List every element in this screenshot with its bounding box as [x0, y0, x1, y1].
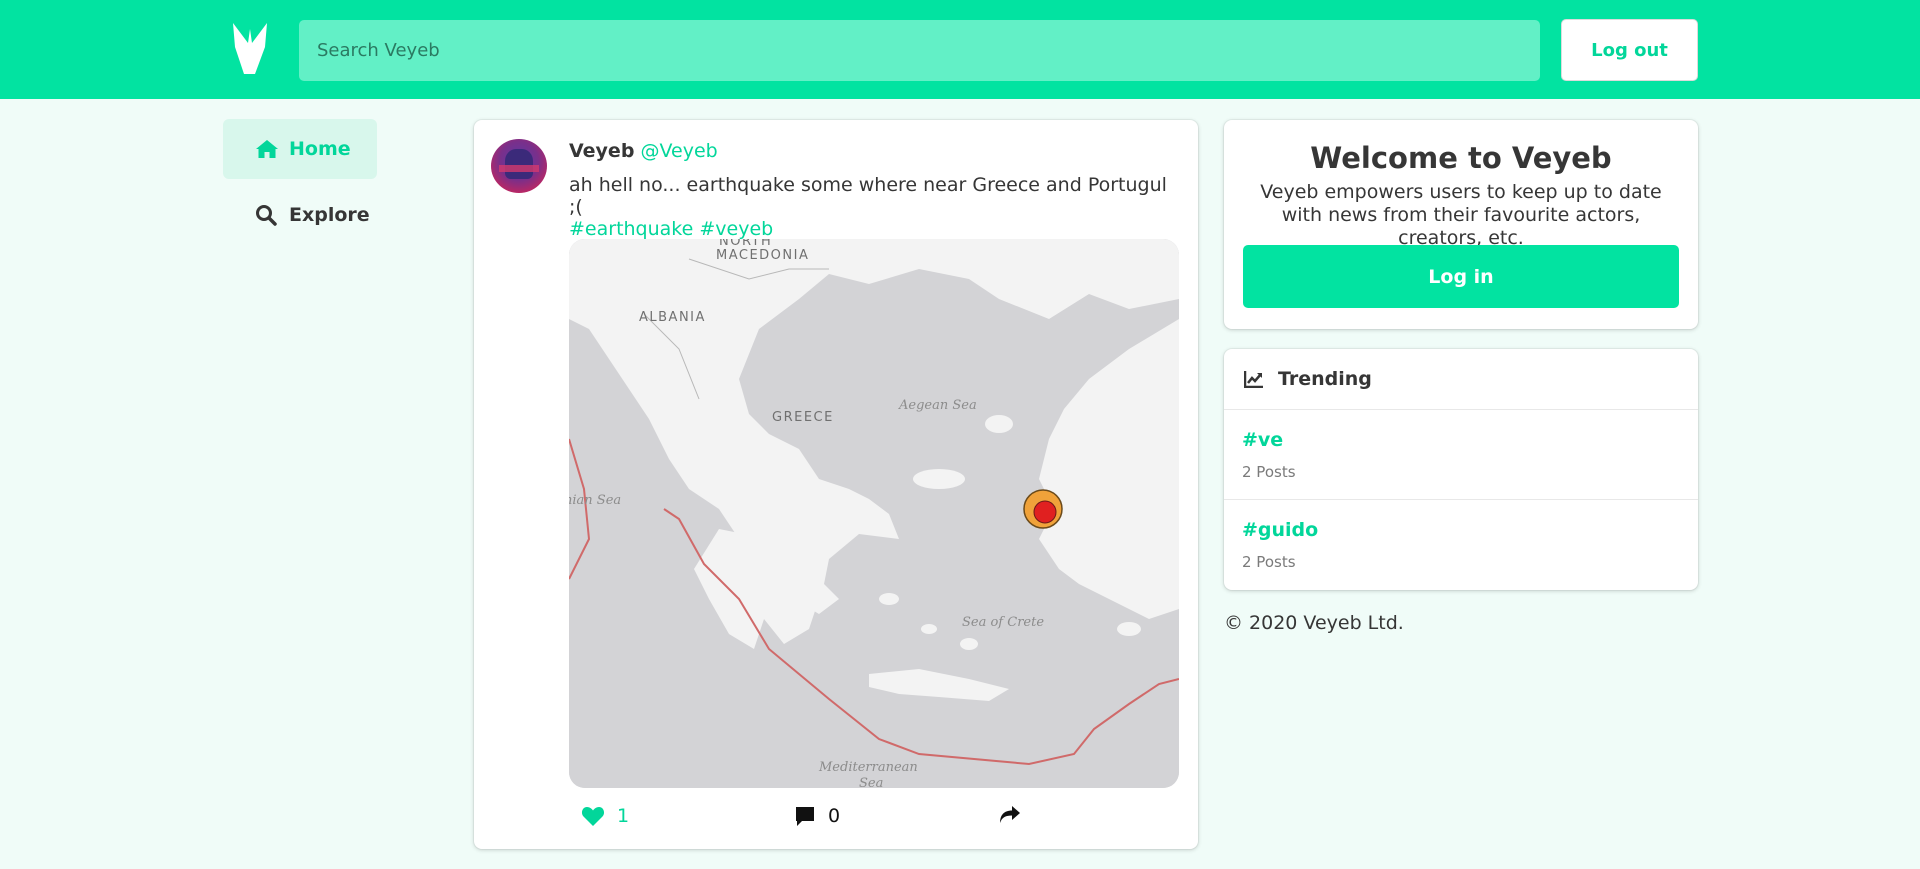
- avatar[interactable]: [491, 139, 547, 193]
- svg-text:Sea: Sea: [859, 776, 883, 788]
- sidebar-item-home[interactable]: Home: [223, 119, 377, 179]
- trending-item[interactable]: #ve 2 Posts: [1224, 410, 1698, 500]
- svg-text:MACEDONIA: MACEDONIA: [716, 248, 809, 263]
- post-actions: 1 0: [569, 805, 1179, 835]
- veyeb-logo-icon[interactable]: [231, 21, 269, 75]
- comment-count: 0: [828, 805, 841, 827]
- trending-item[interactable]: #guido 2 Posts: [1224, 500, 1698, 590]
- welcome-description: Veyeb empowers users to keep up to date …: [1260, 181, 1662, 249]
- author-handle[interactable]: @Veyeb: [640, 140, 717, 162]
- like-count: 1: [617, 805, 630, 827]
- chart-line-icon: [1244, 371, 1263, 388]
- svg-text:Sea of Crete: Sea of Crete: [962, 615, 1044, 630]
- svg-text:ALBANIA: ALBANIA: [639, 310, 706, 325]
- heart-icon: [581, 807, 605, 826]
- sidebar-item-explore[interactable]: Explore: [223, 185, 377, 245]
- trending-tag[interactable]: #guido: [1242, 519, 1318, 541]
- logout-button[interactable]: Log out: [1561, 19, 1698, 81]
- svg-text:Mediterranean: Mediterranean: [818, 760, 918, 775]
- svg-text:Aegean Sea: Aegean Sea: [898, 398, 977, 413]
- svg-text:GREECE: GREECE: [772, 410, 834, 425]
- sidebar-item-label: Explore: [289, 204, 370, 226]
- share-icon: [1000, 806, 1020, 823]
- footer-copyright: © 2020 Veyeb Ltd.: [1224, 612, 1404, 634]
- comment-icon: [796, 807, 814, 826]
- login-button[interactable]: Log in: [1243, 245, 1679, 308]
- welcome-card: Welcome to Veyeb Veyeb empowers users to…: [1224, 120, 1698, 329]
- comment-button[interactable]: 0: [794, 805, 840, 827]
- search-input[interactable]: [299, 20, 1540, 81]
- like-button[interactable]: 1: [581, 805, 629, 827]
- post-card: Veyeb @Veyeb ah hell no... earthquake so…: [474, 120, 1198, 849]
- svg-text:nian Sea: nian Sea: [569, 493, 621, 508]
- post-author: Veyeb @Veyeb: [569, 140, 718, 162]
- share-button[interactable]: [999, 805, 1021, 825]
- hashtag-link[interactable]: #earthquake: [569, 218, 693, 240]
- author-name[interactable]: Veyeb: [569, 140, 634, 162]
- trending-count: 2 Posts: [1242, 463, 1296, 481]
- sidebar-item-label: Home: [289, 138, 351, 160]
- post-text: ah hell no... earthquake some where near…: [569, 174, 1179, 240]
- top-navbar: Log out: [0, 0, 1920, 99]
- trending-title: Trending: [1278, 368, 1372, 390]
- post-body: ah hell no... earthquake some where near…: [569, 174, 1167, 218]
- trending-tag[interactable]: #ve: [1242, 429, 1283, 451]
- post-map-image[interactable]: NORTH MACEDONIA ALBANIA GREECE Aegean Se…: [569, 239, 1179, 788]
- trending-count: 2 Posts: [1242, 553, 1296, 571]
- welcome-title: Welcome to Veyeb: [1310, 141, 1612, 175]
- search-icon: [255, 204, 279, 226]
- hashtag-link[interactable]: #veyeb: [699, 218, 773, 240]
- trending-card: Trending #ve 2 Posts #guido 2 Posts: [1224, 349, 1698, 590]
- trending-header: Trending: [1224, 349, 1698, 410]
- home-icon: [255, 138, 279, 160]
